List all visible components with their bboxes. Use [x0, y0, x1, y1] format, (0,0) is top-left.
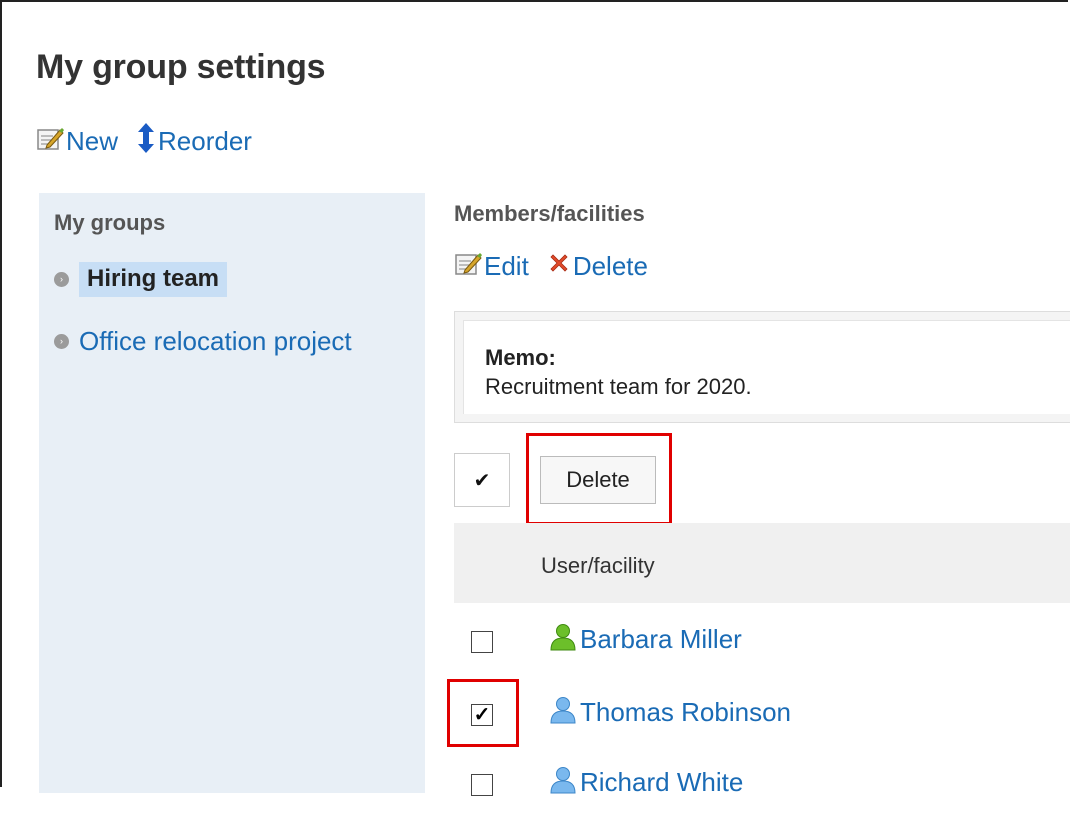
- section-title: Members/facilities: [454, 201, 645, 226]
- sidebar-item-hiring-team[interactable]: › Hiring team: [54, 262, 228, 297]
- edit-link[interactable]: Edit: [454, 250, 529, 283]
- top-actions: New Reorder: [36, 122, 252, 160]
- highlight-delete-button: [526, 433, 672, 525]
- user-icon: [548, 623, 578, 656]
- table-row: Richard White: [454, 747, 1070, 819]
- memo-inner: Memo: Recruitment team for 2020.: [463, 320, 1070, 414]
- member-link[interactable]: Richard White: [548, 766, 743, 799]
- edit-pencil-icon: [454, 250, 482, 283]
- my-groups-sidebar: My groups › Hiring team › Office relocat…: [39, 193, 425, 793]
- highlight-row-checkbox: [447, 679, 519, 747]
- row-checkbox[interactable]: [471, 631, 493, 653]
- sidebar-item-office-relocation[interactable]: › Office relocation project: [54, 326, 352, 357]
- window-frame: My group settings New Reorder My groups …: [0, 0, 1070, 797]
- reorder-link[interactable]: Reorder: [136, 122, 252, 160]
- bullet-icon: ›: [54, 334, 69, 349]
- table-row: Barbara Miller: [454, 603, 1070, 675]
- reorder-label: Reorder: [158, 125, 252, 156]
- reorder-arrows-icon: [136, 122, 156, 160]
- delete-x-icon: [547, 251, 571, 282]
- member-name: Thomas Robinson: [580, 697, 791, 727]
- member-link[interactable]: Barbara Miller: [548, 623, 742, 656]
- new-link[interactable]: New: [36, 125, 118, 158]
- memo-label: Memo:: [485, 345, 556, 370]
- edit-pencil-icon: [36, 125, 64, 158]
- memo-text: Recruitment team for 2020.: [485, 374, 752, 399]
- delete-label: Delete: [572, 250, 648, 281]
- delete-link[interactable]: Delete: [547, 251, 648, 282]
- table-row: ✓ Thomas Robinson: [454, 675, 1070, 747]
- table-header: User/facility: [454, 523, 1070, 603]
- sidebar-item-label: Office relocation project: [79, 326, 352, 356]
- new-label: New: [66, 125, 119, 156]
- member-name: Barbara Miller: [580, 624, 742, 654]
- member-link[interactable]: Thomas Robinson: [548, 696, 791, 729]
- user-icon: [548, 696, 578, 729]
- bullet-icon: ›: [54, 272, 69, 287]
- column-header-user-facility: User/facility: [541, 553, 655, 578]
- sidebar-title: My groups: [54, 210, 166, 235]
- memo-box: Memo: Recruitment team for 2020.: [454, 311, 1070, 423]
- member-actions: Edit Delete: [454, 250, 648, 282]
- edit-label: Edit: [484, 250, 529, 281]
- user-icon: [548, 766, 578, 799]
- select-all-button[interactable]: ✔: [454, 453, 510, 507]
- member-name: Richard White: [580, 767, 744, 797]
- sidebar-item-label: Hiring team: [79, 262, 228, 297]
- page-title: My group settings: [36, 48, 326, 86]
- row-checkbox[interactable]: [471, 774, 493, 796]
